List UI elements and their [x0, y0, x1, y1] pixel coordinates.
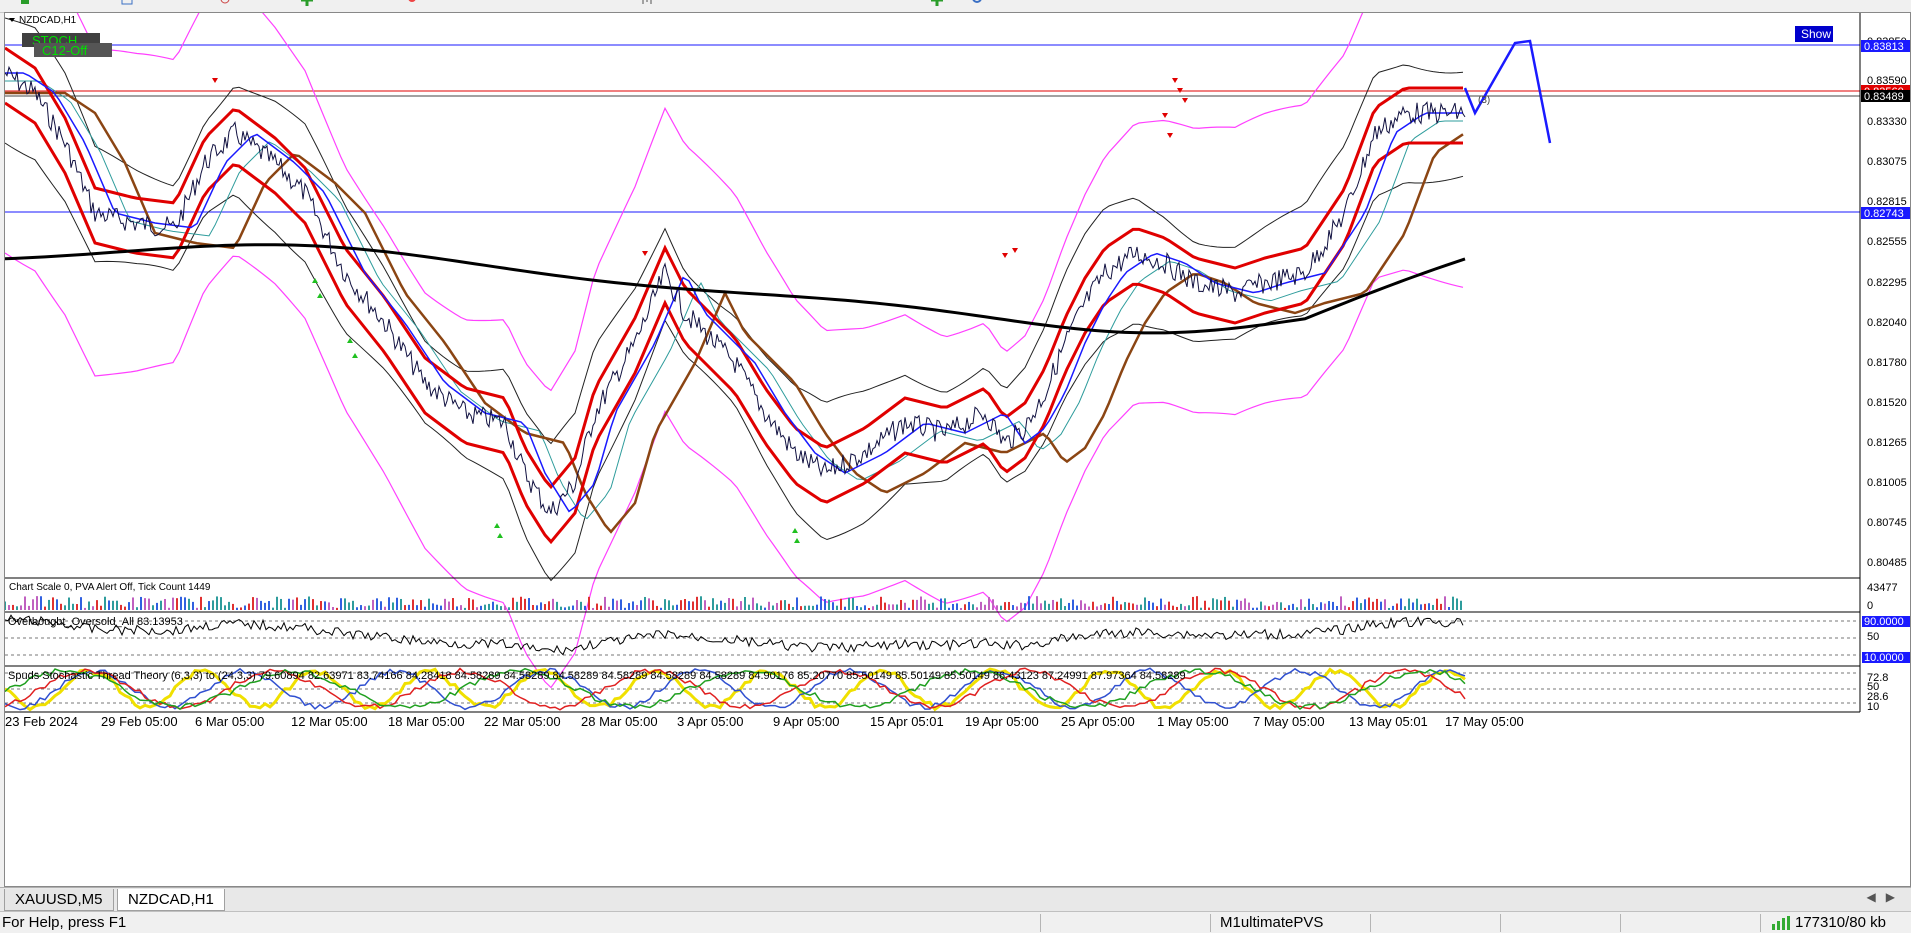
time-axis-label: 22 Mar 05:00	[484, 714, 561, 729]
c12-label: C12-Off	[42, 43, 88, 58]
time-axis-label: 19 Apr 05:00	[965, 714, 1039, 729]
price-axis-label: 0.81520	[1867, 397, 1907, 409]
open-chart-icon[interactable]	[120, 0, 134, 6]
price-axis-label: 0.81005	[1867, 477, 1907, 489]
volume-label: Chart Scale 0, PVA Alert Off, Tick Count…	[9, 582, 211, 593]
time-axis-label: 23 Feb 2024	[5, 714, 78, 729]
price-axis-label: 0.83075	[1867, 156, 1907, 168]
time-axis: 23 Feb 2024 29 Feb 05:00 6 Mar 05:00 12 …	[5, 714, 1524, 729]
time-axis-label: 3 Apr 05:00	[677, 714, 744, 729]
tab-scroll-arrows[interactable]: ◀▶	[1867, 890, 1905, 904]
symbol-title: NZDCAD,H1	[9, 15, 77, 26]
price-axis-label: 0.82295	[1867, 277, 1907, 289]
price-axis-label: 0.81780	[1867, 357, 1907, 369]
periods-icon[interactable]	[970, 0, 984, 6]
time-axis-label: 6 Mar 05:00	[195, 714, 264, 729]
status-profile: M1ultimatePVS	[1220, 914, 1324, 931]
status-separator	[1620, 914, 1621, 932]
price-tag-blue-top-label: 0.83813	[1864, 41, 1904, 53]
status-separator	[1760, 914, 1761, 932]
time-axis-label: 28 Mar 05:00	[581, 714, 658, 729]
tab-xauusd-m5[interactable]: XAUUSD,M5	[4, 889, 114, 911]
price-axis-label: 0.81265	[1867, 437, 1907, 449]
time-axis-label: 7 May 05:00	[1253, 714, 1325, 729]
time-axis-label: 9 Apr 05:00	[773, 714, 840, 729]
trend-count-label: (3)	[1478, 95, 1490, 106]
time-axis-label: 18 Mar 05:00	[388, 714, 465, 729]
price-tag-blue-mid-label: 0.82743	[1864, 208, 1904, 220]
time-axis-label: 12 Mar 05:00	[291, 714, 368, 729]
autotrading-icon[interactable]	[405, 0, 419, 6]
chart-bars-icon[interactable]	[640, 0, 654, 6]
time-axis-label: 15 Apr 05:01	[870, 714, 944, 729]
ob-level-50: 50	[1867, 631, 1879, 643]
overbought-label: Overbought_Oversold_All 83.13953	[8, 616, 183, 628]
connection-bars-icon	[1772, 916, 1790, 930]
time-axis-label: 1 May 05:00	[1157, 714, 1229, 729]
volume-scale-top: 43477	[1867, 582, 1898, 594]
time-axis-label: 29 Feb 05:00	[101, 714, 178, 729]
status-traffic: 177310/80 kb	[1795, 914, 1886, 931]
ob-level-10: 10.0000	[1864, 652, 1904, 664]
price-axis-label: 0.82040	[1867, 317, 1907, 329]
crosshair-icon[interactable]	[930, 0, 944, 6]
status-separator	[1040, 914, 1041, 932]
chart-tabs: XAUUSD,M5 NZDCAD,H1 ◀▶	[0, 887, 1911, 912]
show-button-label: Show	[1801, 27, 1831, 41]
zoom-icon[interactable]	[218, 0, 232, 6]
price-axis-label: 0.82555	[1867, 236, 1907, 248]
time-axis-label: 25 Apr 05:00	[1061, 714, 1135, 729]
price-axis-label: 0.80745	[1867, 517, 1907, 529]
tab-nzdcad-h1[interactable]: NZDCAD,H1	[117, 889, 225, 911]
stoch-level-10: 10	[1867, 701, 1879, 713]
price-axis-label: 0.82815	[1867, 196, 1907, 208]
price-axis-label: 0.83330	[1867, 116, 1907, 128]
price-tag-current-label: 0.83489	[1864, 91, 1904, 103]
time-axis-label: 17 May 05:00	[1445, 714, 1524, 729]
price-axis-label: 0.80485	[1867, 557, 1907, 569]
status-separator	[1210, 914, 1211, 932]
chart-canvas[interactable]: NZDCAD,H1 STOCH C12-Off Show (3) Chart S…	[4, 0, 1910, 886]
chart-window[interactable]: NZDCAD,H1 STOCH C12-Off Show (3) Chart S…	[4, 0, 1911, 887]
ob-level-90: 90.0000	[1864, 616, 1904, 628]
time-axis-label: 13 May 05:01	[1349, 714, 1428, 729]
add-indicator-icon[interactable]	[300, 0, 314, 6]
status-bar: For Help, press F1 M1ultimatePVS 177310/…	[0, 911, 1911, 933]
status-separator	[1500, 914, 1501, 932]
status-separator	[1370, 914, 1371, 932]
price-axis: 0.83850 0.83590 0.83330 0.83075 0.82815 …	[1867, 36, 1907, 569]
svg-text:NZDCAD,H1: NZDCAD,H1	[19, 15, 77, 26]
new-order-icon[interactable]	[18, 0, 32, 6]
volume-scale-bottom: 0	[1867, 600, 1873, 612]
stoch-panel-label: Spuds Stochastic Thread Theory (6,3,3) t…	[8, 670, 1186, 682]
status-help: For Help, press F1	[2, 914, 127, 931]
